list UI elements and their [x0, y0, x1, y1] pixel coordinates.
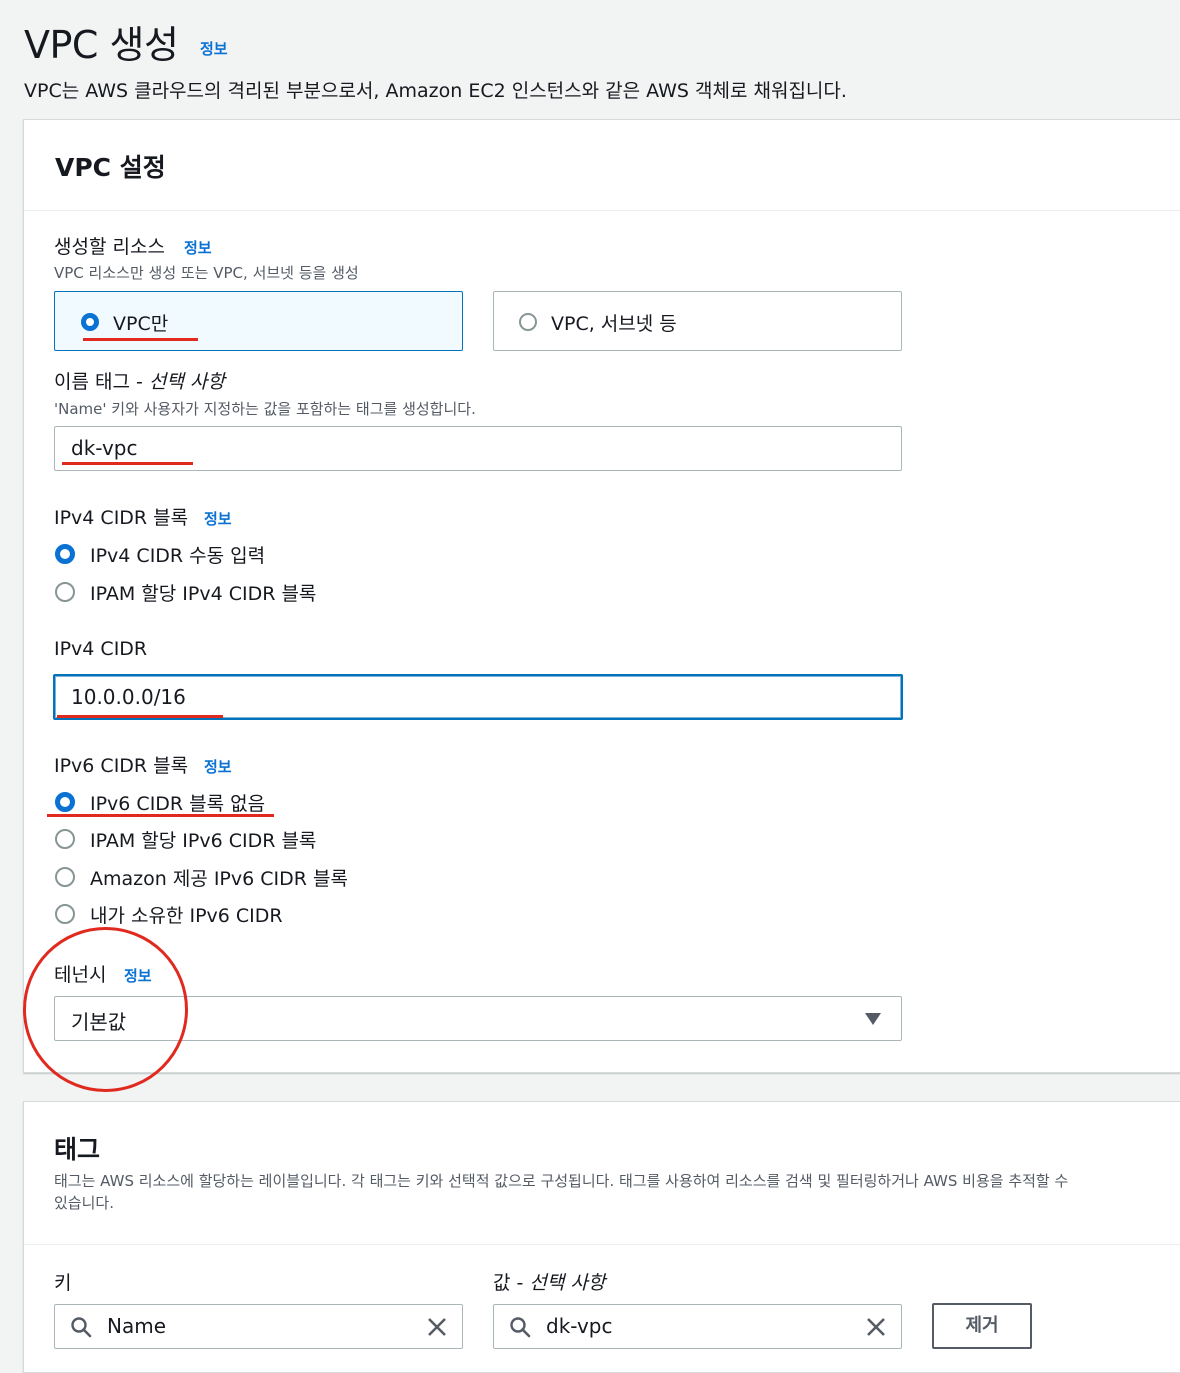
- ipv4-cidr-input[interactable]: 10.0.0.0/16: [53, 674, 903, 720]
- name-tag-value: dk-vpc: [71, 436, 138, 460]
- radio-ipv6-ipam-label: IPAM 할당 IPv6 CIDR 블록: [90, 830, 317, 852]
- search-icon: [71, 1317, 92, 1338]
- page-info-link[interactable]: 정보: [200, 38, 228, 59]
- tag-key-label: 키: [54, 1272, 72, 1294]
- ipv4-cidr-label: IPv4 CIDR: [54, 638, 148, 660]
- resources-info-link[interactable]: 정보: [184, 237, 212, 258]
- radio-ipv4-manual[interactable]: [55, 544, 75, 564]
- vpc-settings-title: VPC 설정: [55, 153, 166, 182]
- radio-ipv4-ipam-label: IPAM 할당 IPv4 CIDR 블록: [90, 583, 317, 605]
- radio-vpc-only[interactable]: [81, 313, 99, 331]
- ipv4-cidr-value: 10.0.0.0/16: [71, 685, 186, 709]
- name-tag-label: 이름 태그 - 선택 사항: [54, 367, 225, 394]
- radio-vpc-and-more[interactable]: [519, 313, 537, 331]
- radio-ipv6-ipam[interactable]: [55, 829, 75, 849]
- tag-value-value: dk-vpc: [546, 1314, 613, 1338]
- tags-description-1: 태그는 AWS 리소스에 할당하는 레이블입니다. 각 태그는 키와 선택적 값…: [54, 1172, 1069, 1190]
- annotation-underline-name-tag: [62, 462, 193, 465]
- remove-tag-button[interactable]: 제거: [932, 1303, 1032, 1349]
- tag-value-label-text: 값 -: [493, 1272, 530, 1294]
- tag-value-optional: 선택 사항: [529, 1272, 606, 1294]
- annotation-underline-ipv4-cidr: [57, 715, 223, 718]
- tag-key-input[interactable]: Name: [54, 1304, 463, 1349]
- search-icon: [510, 1317, 531, 1338]
- ipv6-block-info-link[interactable]: 정보: [204, 756, 232, 777]
- clear-key-icon[interactable]: [427, 1317, 447, 1337]
- radio-ipv4-ipam[interactable]: [55, 582, 75, 602]
- tags-description-2: 있습니다.: [54, 1194, 114, 1212]
- resources-label: 생성할 리소스: [54, 236, 165, 258]
- radio-ipv6-none[interactable]: [55, 792, 75, 812]
- name-tag-description: 'Name' 키와 사용자가 지정하는 값을 포함하는 태그를 생성합니다.: [54, 400, 476, 418]
- vpc-settings-header: VPC 설정: [24, 120, 1180, 211]
- ipv4-block-info-link[interactable]: 정보: [204, 508, 232, 529]
- tile-vpc-and-more[interactable]: VPC, 서브넷 등: [493, 291, 902, 351]
- name-tag-optional: 선택 사항: [148, 371, 225, 393]
- tag-key-value: Name: [107, 1314, 167, 1338]
- ipv6-block-label: IPv6 CIDR 블록: [54, 755, 189, 777]
- remove-tag-label: 제거: [965, 1315, 999, 1336]
- tag-value-input[interactable]: dk-vpc: [493, 1304, 902, 1349]
- tile-vpc-only-label: VPC만: [113, 313, 169, 335]
- caret-down-icon: [865, 1013, 881, 1025]
- tag-value-label: 값 - 선택 사항: [493, 1268, 605, 1295]
- radio-ipv6-none-label: IPv6 CIDR 블록 없음: [90, 793, 266, 815]
- resources-description: VPC 리소스만 생성 또는 VPC, 서브넷 등을 생성: [54, 264, 359, 282]
- page-description: VPC는 AWS 클라우드의 격리된 부분으로서, Amazon EC2 인스턴…: [24, 80, 847, 102]
- radio-ipv6-amazon[interactable]: [55, 867, 75, 887]
- annotation-underline-vpc-only: [83, 338, 198, 341]
- radio-ipv6-owned[interactable]: [55, 904, 75, 924]
- radio-ipv6-amazon-label: Amazon 제공 IPv6 CIDR 블록: [90, 868, 348, 890]
- tile-vpc-and-more-label: VPC, 서브넷 등: [551, 313, 677, 335]
- clear-value-icon[interactable]: [866, 1317, 886, 1337]
- tags-title: 태그: [54, 1135, 101, 1164]
- radio-ipv4-manual-label: IPv4 CIDR 수동 입력: [90, 545, 266, 567]
- tile-vpc-only[interactable]: VPC만: [54, 291, 463, 351]
- annotation-circle-tenancy: [23, 927, 188, 1092]
- annotation-underline-ipv6-none: [47, 814, 274, 817]
- radio-ipv6-owned-label: 내가 소유한 IPv6 CIDR: [90, 905, 283, 927]
- name-tag-label-text: 이름 태그 -: [54, 371, 149, 393]
- page-title: VPC 생성: [24, 23, 179, 67]
- ipv4-block-label: IPv4 CIDR 블록: [54, 507, 189, 529]
